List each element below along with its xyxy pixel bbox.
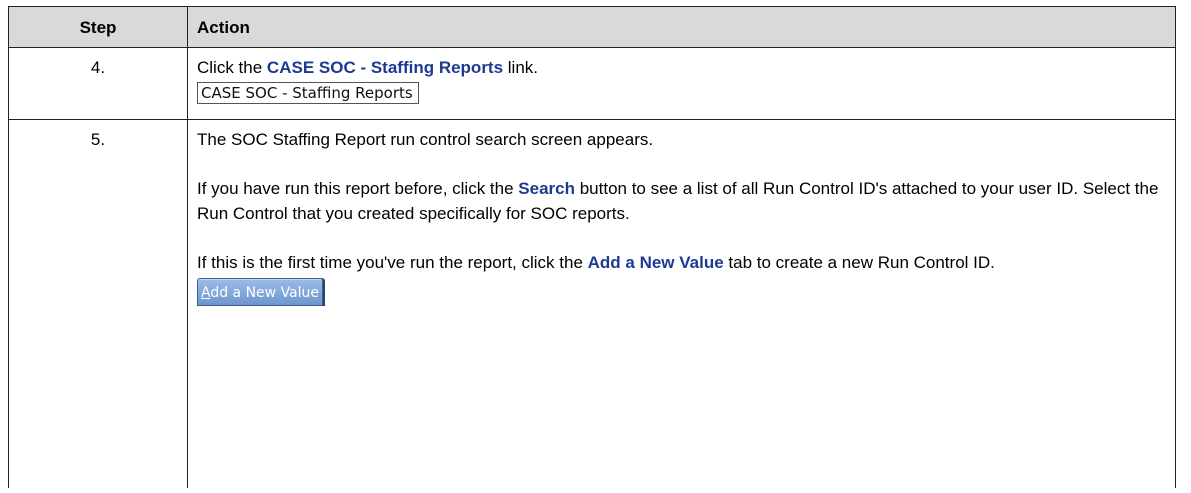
instruction-prefix: Click the	[197, 58, 267, 77]
instruction-suffix: tab to create a new Run Control ID.	[723, 253, 995, 272]
search-button-name: Search	[518, 179, 575, 198]
instruction-paragraph-2: If you have run this report before, clic…	[197, 176, 1167, 226]
action-cell: Click the CASE SOC - Staffing Reports li…	[187, 47, 1176, 120]
add-new-value-tab-name: Add a New Value	[587, 253, 724, 272]
table-row: 4. Click the CASE SOC - Staffing Reports…	[8, 47, 1176, 120]
link-name: CASE SOC - Staffing Reports	[266, 58, 504, 77]
step-number: 4.	[8, 47, 188, 120]
action-cell: The SOC Staffing Report run control sear…	[187, 119, 1176, 488]
instruction-prefix: If this is the first time you've run the…	[197, 253, 588, 272]
tab-label-rest: dd a New Value	[210, 285, 320, 301]
instruction-table: Step Action 4. Click the CASE SOC - Staf…	[8, 6, 1176, 488]
instruction-prefix: If you have run this report before, clic…	[197, 179, 519, 198]
step-number: 5.	[8, 119, 188, 488]
instruction-suffix: link.	[503, 58, 539, 77]
instruction-text: Click the CASE SOC - Staffing Reports li…	[197, 55, 1167, 80]
tab-accesskey-letter: A	[200, 285, 211, 301]
instruction-paragraph-1: The SOC Staffing Report run control sear…	[197, 130, 654, 149]
instruction-paragraph-3: If this is the first time you've run the…	[197, 250, 1167, 275]
add-a-new-value-tab[interactable]: Add a New Value	[197, 278, 323, 306]
header-row: Step Action	[8, 6, 1176, 48]
table-row: 5. The SOC Staffing Report run control s…	[8, 119, 1176, 488]
case-soc-staffing-reports-link[interactable]: CASE SOC - Staffing Reports	[197, 82, 419, 104]
step-header: Step	[8, 6, 188, 48]
action-header: Action	[187, 6, 1176, 48]
